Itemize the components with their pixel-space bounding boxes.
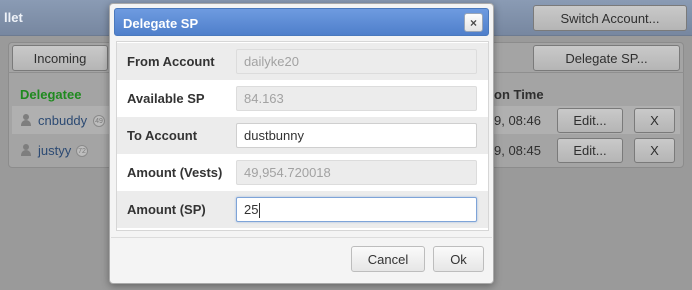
dialog-title: Delegate SP bbox=[123, 16, 199, 31]
delegation-time: 9, 08:45 bbox=[494, 143, 541, 158]
delegatee-link[interactable]: cnbuddy bbox=[38, 113, 87, 128]
reputation-badge: 49 bbox=[93, 115, 105, 127]
user-icon bbox=[20, 114, 32, 126]
user-icon bbox=[20, 144, 32, 156]
amount-sp-input[interactable]: 25 bbox=[236, 197, 477, 222]
amount-vests-row: Amount (Vests) 49,954.720018 bbox=[117, 154, 488, 191]
delegatee-column-header: Delegatee bbox=[20, 87, 82, 102]
amount-sp-row: Amount (SP) 25 bbox=[117, 191, 488, 228]
amount-vests-field: 49,954.720018 bbox=[236, 160, 477, 185]
remove-button[interactable]: X bbox=[634, 108, 675, 133]
edit-button[interactable]: Edit... bbox=[557, 138, 623, 163]
tab-incoming[interactable]: Incoming bbox=[12, 45, 108, 71]
delegatee-link[interactable]: justyy bbox=[38, 143, 71, 158]
delegate-sp-button[interactable]: Delegate SP... bbox=[533, 45, 680, 71]
footer-divider bbox=[111, 237, 492, 238]
from-account-field: dailyke20 bbox=[236, 49, 477, 74]
amount-vests-label: Amount (Vests) bbox=[127, 165, 223, 180]
delegation-time: 9, 08:46 bbox=[494, 113, 541, 128]
delegate-sp-dialog: Delegate SP × From Account dailyke20 Ava… bbox=[109, 3, 494, 284]
delegate-form: From Account dailyke20 Available SP 84.1… bbox=[116, 41, 489, 231]
available-sp-label: Available SP bbox=[127, 91, 205, 106]
cancel-button[interactable]: Cancel bbox=[351, 246, 425, 272]
available-sp-field: 84.163 bbox=[236, 86, 477, 111]
amount-sp-label: Amount (SP) bbox=[127, 202, 206, 217]
amount-sp-value: 25 bbox=[244, 202, 259, 217]
remove-button[interactable]: X bbox=[634, 138, 675, 163]
wallet-title: llet bbox=[4, 10, 23, 25]
to-account-row: To Account dustbunny bbox=[117, 117, 488, 154]
ok-button[interactable]: Ok bbox=[433, 246, 484, 272]
close-icon: × bbox=[469, 15, 477, 30]
edit-button[interactable]: Edit... bbox=[557, 108, 623, 133]
dialog-title-bar[interactable]: Delegate SP × bbox=[114, 8, 489, 36]
from-account-row: From Account dailyke20 bbox=[117, 43, 488, 80]
switch-account-button[interactable]: Switch Account... bbox=[533, 5, 687, 31]
available-sp-row: Available SP 84.163 bbox=[117, 80, 488, 117]
from-account-label: From Account bbox=[127, 54, 215, 69]
close-button[interactable]: × bbox=[464, 13, 483, 32]
time-column-header: on Time bbox=[494, 87, 544, 102]
to-account-input[interactable]: dustbunny bbox=[236, 123, 477, 148]
text-caret bbox=[259, 203, 261, 219]
to-account-label: To Account bbox=[127, 128, 198, 143]
reputation-badge: 72 bbox=[76, 145, 88, 157]
